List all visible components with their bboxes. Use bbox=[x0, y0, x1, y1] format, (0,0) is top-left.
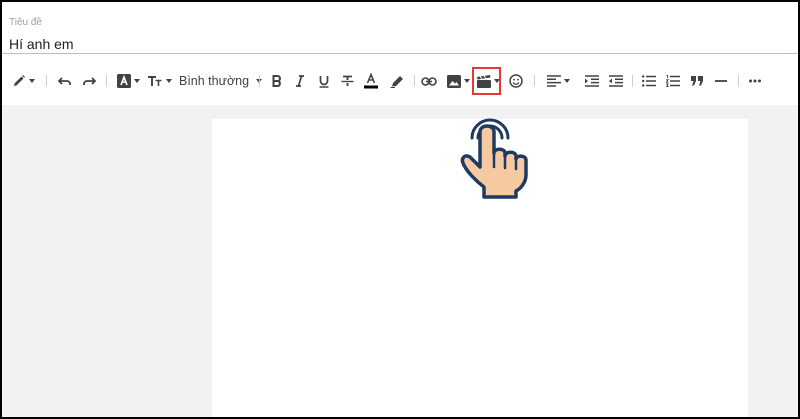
redo-button[interactable] bbox=[81, 70, 97, 92]
chevron-down-icon bbox=[133, 79, 140, 83]
formatting-toolbar: Bình thường bbox=[2, 55, 798, 105]
underline-icon bbox=[318, 75, 330, 88]
chevron-down-icon bbox=[165, 79, 172, 83]
pencil-icon bbox=[12, 74, 26, 88]
numbered-list-button[interactable] bbox=[665, 70, 681, 92]
emoji-icon bbox=[509, 74, 523, 88]
insert-emoji-button[interactable] bbox=[508, 70, 524, 92]
chevron-down-icon bbox=[563, 79, 570, 83]
chevron-down-icon bbox=[463, 79, 470, 83]
bold-button[interactable] bbox=[270, 70, 284, 92]
blockquote-button[interactable] bbox=[689, 70, 705, 92]
more-options-button[interactable] bbox=[747, 70, 763, 92]
italic-icon bbox=[295, 75, 305, 87]
toolbar-divider bbox=[414, 75, 415, 87]
toolbar-divider bbox=[106, 75, 107, 87]
toolbar-divider bbox=[534, 75, 535, 87]
bulleted-list-button[interactable] bbox=[641, 70, 657, 92]
undo-button[interactable] bbox=[57, 70, 73, 92]
insert-image-button[interactable] bbox=[446, 70, 470, 92]
editor-window: Tiêu đề Hí anh em Bình thường bbox=[0, 0, 800, 419]
compose-mode-button[interactable] bbox=[11, 70, 35, 92]
chevron-down-icon bbox=[28, 79, 35, 83]
outdent-button[interactable] bbox=[608, 70, 624, 92]
text-size-icon bbox=[147, 75, 163, 87]
italic-button[interactable] bbox=[293, 70, 307, 92]
numbered-list-icon bbox=[666, 75, 680, 87]
strikethrough-button[interactable] bbox=[340, 70, 354, 92]
align-left-icon bbox=[546, 75, 561, 87]
video-button-highlight bbox=[472, 67, 501, 95]
font-color-box-icon bbox=[116, 74, 131, 88]
toolbar-divider bbox=[259, 75, 260, 87]
editor-canvas bbox=[2, 105, 798, 417]
insert-link-button[interactable] bbox=[421, 70, 437, 92]
title-field[interactable]: Tiêu đề Hí anh em bbox=[2, 2, 798, 54]
toolbar-divider bbox=[632, 75, 633, 87]
horizontal-rule-icon bbox=[715, 79, 727, 83]
title-input[interactable]: Hí anh em bbox=[9, 36, 74, 52]
image-icon bbox=[446, 74, 461, 88]
strikethrough-icon bbox=[341, 75, 354, 87]
title-label: Tiêu đề bbox=[9, 17, 42, 28]
bulleted-list-icon bbox=[642, 75, 656, 87]
highlighter-icon bbox=[390, 74, 405, 88]
highlight-color-button[interactable] bbox=[389, 70, 405, 92]
text-color-icon bbox=[364, 73, 378, 89]
quote-icon bbox=[691, 76, 703, 86]
outdent-icon bbox=[609, 75, 623, 87]
toolbar-divider bbox=[46, 75, 47, 87]
horizontal-rule-button[interactable] bbox=[713, 70, 729, 92]
paragraph-style-value: Bình thường bbox=[179, 74, 250, 88]
font-family-button[interactable] bbox=[116, 70, 140, 92]
bold-icon bbox=[272, 75, 282, 87]
underline-button[interactable] bbox=[317, 70, 331, 92]
redo-icon bbox=[82, 75, 96, 87]
indent-button[interactable] bbox=[584, 70, 600, 92]
paragraph-style-select[interactable]: Bình thường bbox=[179, 70, 263, 92]
text-size-button[interactable] bbox=[147, 70, 172, 92]
toolbar-divider bbox=[738, 75, 739, 87]
more-icon bbox=[749, 79, 761, 83]
text-color-button[interactable] bbox=[363, 70, 379, 92]
alignment-button[interactable] bbox=[546, 70, 570, 92]
undo-icon bbox=[58, 75, 72, 87]
link-icon bbox=[421, 76, 437, 86]
indent-icon bbox=[585, 75, 599, 87]
pointing-hand-icon bbox=[454, 107, 534, 203]
